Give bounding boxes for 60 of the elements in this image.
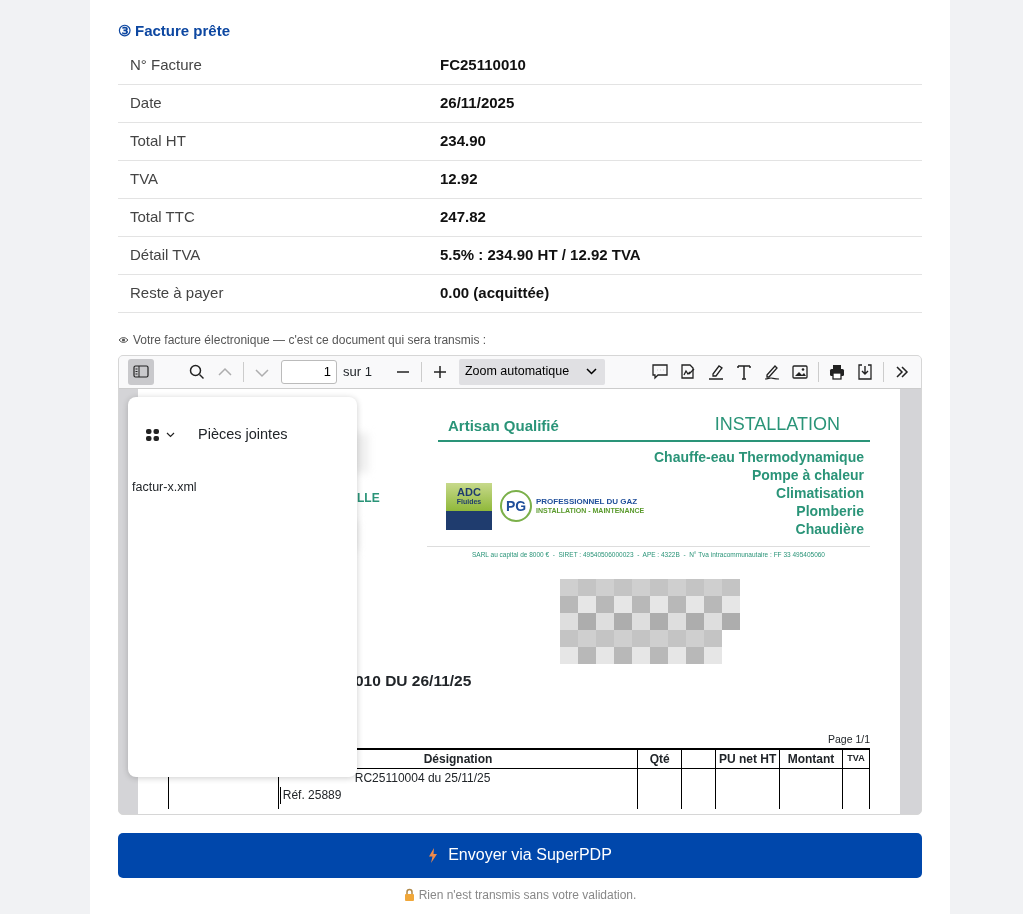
line-item-text: Réf. 25889 [279, 787, 637, 804]
detail-value: 26/11/2025 [440, 92, 515, 113]
page-number-field[interactable]: 1 [281, 359, 337, 384]
page-count: sur 1 [343, 362, 372, 381]
eye-icon [118, 335, 129, 344]
attachment-item[interactable]: factur-x.xml [132, 477, 197, 497]
detail-label: Date [129, 92, 163, 113]
detail-label: Reste à payer [129, 282, 225, 303]
caret-icon [585, 368, 597, 375]
tagline: Artisan Qualifié [448, 416, 559, 436]
detail-value: 0.00 (acquittée) [440, 282, 550, 303]
lightning-icon [428, 847, 439, 863]
minus-icon [395, 370, 410, 373]
panel-title: Pièces jointes [198, 424, 288, 444]
detail-value: 247.82 [440, 206, 486, 227]
validation-note: Rien n'est transmis sans votre validation. [418, 886, 637, 904]
detail-label: TVA [129, 168, 160, 189]
signature-icon [679, 362, 697, 381]
send-button[interactable]: Envoyer via SuperPDP [118, 832, 922, 878]
sidebar-icon [133, 365, 149, 378]
detail-label: Total HT [129, 130, 187, 151]
table-header: Montant [779, 749, 843, 769]
text-icon [735, 362, 753, 381]
table-header: PU net HT [715, 749, 780, 769]
double-chevron-icon [894, 363, 910, 380]
sidebar-toggle-button[interactable] [128, 358, 154, 385]
detail-value: FC25110010 [440, 54, 526, 75]
detail-value: 234.90 [440, 130, 486, 151]
search-icon [189, 363, 205, 380]
detail-label: Total TTC [129, 206, 196, 227]
service-item: Pompe à chaleur [750, 465, 864, 484]
logo-text: ADC [457, 486, 481, 498]
speech-bubble-icon [651, 362, 669, 381]
service-item: Climatisation [775, 483, 864, 502]
detail-label: Détail TVA [129, 244, 202, 265]
preview-caption: Votre facture électronique — c'est ce document qui sera transmis : [133, 331, 487, 349]
service-item: Chaudière [794, 519, 864, 538]
page-number: Page 1/1 [826, 732, 870, 748]
service-item: Plomberie [795, 501, 864, 520]
zoom-dropdown[interactable]: Zoom automatique [458, 358, 605, 385]
grid-icon [145, 427, 160, 442]
pg-logo: PG [500, 490, 532, 522]
lock-icon [403, 888, 415, 901]
plus-icon [432, 364, 447, 379]
table-header: TVA [842, 749, 870, 769]
service-item: Chauffe-eau Thermodynamique [653, 447, 864, 466]
caret-icon [166, 431, 175, 438]
text-fragment: LLE [357, 489, 380, 507]
step-number: ③ [118, 21, 131, 41]
logo-text: PROFESSIONNEL DU GAZ [536, 498, 639, 506]
printer-icon [828, 362, 846, 381]
line-item-text: RC25110004 du 25/11/25 [353, 770, 492, 787]
detail-value: 12.92 [440, 168, 478, 189]
detail-label: N° Facture [129, 54, 203, 75]
detail-value: 5.5% : 234.90 HT / 12.92 TVA [440, 244, 641, 265]
section-title: Facture prête [135, 21, 231, 41]
download-icon [856, 362, 874, 381]
heading: INSTALLATION [714, 412, 840, 436]
image-icon [791, 362, 809, 381]
table-header: Qté [637, 749, 682, 769]
